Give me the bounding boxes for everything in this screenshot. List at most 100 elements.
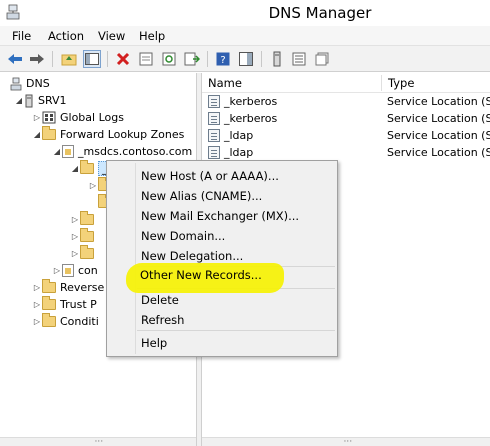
tree-node-folder[interactable]: ▷ (70, 228, 98, 245)
folder-icon (42, 126, 56, 140)
column-header-type[interactable]: Type (382, 73, 490, 93)
action-pane-icon[interactable] (237, 50, 255, 68)
zone-list-icon[interactable] (290, 50, 308, 68)
menu-item-new-delegation[interactable]: New Delegation... (141, 249, 243, 263)
menu-bar: File Action View Help (0, 26, 490, 46)
server-icon[interactable] (268, 50, 286, 68)
tree-node-dns[interactable]: DNS (10, 75, 50, 92)
menu-item-delete[interactable]: Delete (141, 293, 179, 307)
tree-node-conditional-forwarders[interactable]: ▷ Conditi (32, 313, 99, 330)
column-header-name[interactable]: Name (202, 73, 382, 93)
folder-icon (80, 211, 94, 225)
srv-record-icon (208, 129, 220, 142)
collapse-arrow-icon[interactable]: ◢ (52, 147, 62, 156)
list-row[interactable]: _kerberos Service Location (SR (202, 111, 490, 128)
tree-node-trust-points[interactable]: ▷ Trust P (32, 296, 97, 313)
scrollbar-grip[interactable]: ''' (95, 439, 104, 446)
collapse-arrow-icon[interactable]: ◢ (32, 130, 42, 139)
toolbar: ? (0, 46, 490, 72)
help-icon[interactable]: ? (214, 50, 232, 68)
scrollbar-grip[interactable]: ''' (344, 439, 353, 446)
window-title: DNS Manager (268, 4, 372, 22)
tree-node-srv1[interactable]: ◢ SRV1 (14, 92, 67, 109)
toolbar-separator (207, 51, 208, 67)
toolbar-separator (107, 51, 108, 67)
tree-label-trust: Trust P (60, 298, 97, 311)
srv-record-icon (208, 146, 220, 159)
list-row[interactable]: _ldap Service Location (SR (202, 128, 490, 145)
menu-action[interactable]: Action (48, 29, 84, 43)
tree-node-global-logs[interactable]: ▷ Global Logs (32, 109, 124, 126)
expand-arrow-icon[interactable]: ▷ (52, 266, 62, 275)
tree-label-srv1: SRV1 (38, 94, 67, 107)
record-icon[interactable] (313, 50, 331, 68)
expand-arrow-icon[interactable]: ▷ (32, 283, 42, 292)
record-name: _kerberos (224, 112, 278, 125)
up-folder-icon[interactable] (60, 50, 78, 68)
server-icon (25, 94, 33, 107)
srv-record-icon (208, 95, 220, 108)
expand-arrow-icon[interactable]: ▷ (70, 232, 80, 241)
forward-arrow-icon[interactable] (28, 50, 46, 68)
tree-label-contoso: con (78, 264, 98, 277)
expand-arrow-icon[interactable]: ▷ (32, 300, 42, 309)
tree-node-folder[interactable]: ▷ (70, 211, 98, 228)
menu-file[interactable]: File (12, 29, 31, 43)
show-hide-tree-icon[interactable] (83, 50, 101, 68)
menu-item-other-new-records[interactable]: Other New Records... (140, 268, 262, 282)
refresh-icon[interactable] (160, 50, 178, 68)
zone-icon (62, 145, 74, 158)
collapse-arrow-icon[interactable]: ◢ (70, 164, 80, 173)
menu-item-new-domain[interactable]: New Domain... (141, 229, 225, 243)
properties-icon[interactable] (137, 50, 155, 68)
record-type: Service Location (SR (387, 112, 490, 125)
event-log-icon (42, 111, 56, 124)
context-menu: New Host (A or AAAA)... New Alias (CNAME… (106, 160, 338, 357)
menu-item-help[interactable]: Help (141, 336, 167, 350)
menu-view[interactable]: View (98, 29, 125, 43)
toolbar-separator (52, 51, 53, 67)
menu-item-refresh[interactable]: Refresh (141, 313, 184, 327)
tree-label-forward-lookup-zones: Forward Lookup Zones (60, 128, 185, 141)
list-horizontal-scrollbar[interactable]: ''' (202, 437, 490, 446)
menu-item-new-host[interactable]: New Host (A or AAAA)... (141, 169, 279, 183)
record-name: _kerberos (224, 95, 278, 108)
delete-icon[interactable] (114, 50, 132, 68)
expand-arrow-icon[interactable]: ▷ (32, 113, 42, 122)
list-row[interactable]: _kerberos Service Location (SR (202, 94, 490, 111)
menu-help[interactable]: Help (139, 29, 165, 43)
menu-item-new-alias[interactable]: New Alias (CNAME)... (141, 189, 262, 203)
expand-arrow-icon[interactable]: ▷ (70, 215, 80, 224)
expand-arrow-icon[interactable]: ▷ (70, 249, 80, 258)
tree-horizontal-scrollbar[interactable]: ''' (0, 437, 196, 446)
record-type: Service Location (SR (387, 129, 490, 142)
back-arrow-icon[interactable] (6, 50, 24, 68)
dns-root-icon (10, 77, 22, 90)
record-name: _ldap (224, 146, 254, 159)
folder-icon (80, 228, 94, 242)
svg-text:?: ? (220, 55, 225, 66)
collapse-arrow-icon[interactable]: ◢ (14, 96, 24, 105)
record-name: _ldap (224, 129, 254, 142)
tree-node-reverse-lookup-zones[interactable]: ▷ Reverse (32, 279, 104, 296)
folder-icon (42, 296, 56, 310)
export-list-icon[interactable] (183, 50, 201, 68)
expand-arrow-icon[interactable]: ▷ (88, 181, 98, 190)
zone-icon (62, 264, 74, 277)
folder-icon (42, 313, 56, 327)
tree-node-contoso[interactable]: ▷ con (52, 262, 98, 279)
tree-label-global-logs: Global Logs (60, 111, 124, 124)
tree-label-dns: DNS (26, 77, 50, 90)
menu-gutter (135, 163, 136, 354)
tree-node-forward-lookup-zones[interactable]: ◢ Forward Lookup Zones (32, 126, 184, 143)
record-type: Service Location (SR (387, 146, 490, 159)
folder-icon (80, 245, 94, 259)
tree-node-folder[interactable]: ▷ (70, 245, 98, 262)
tree-label-reverse: Reverse (60, 281, 105, 294)
expand-arrow-icon[interactable]: ▷ (32, 317, 42, 326)
tree-node-msdcs[interactable]: ◢ _msdcs.contoso.com (52, 143, 192, 160)
tree-label-conditional: Conditi (60, 315, 99, 328)
menu-item-new-mail-exchanger[interactable]: New Mail Exchanger (MX)... (141, 209, 299, 223)
folder-icon (80, 160, 94, 174)
toolbar-separator (261, 51, 262, 67)
